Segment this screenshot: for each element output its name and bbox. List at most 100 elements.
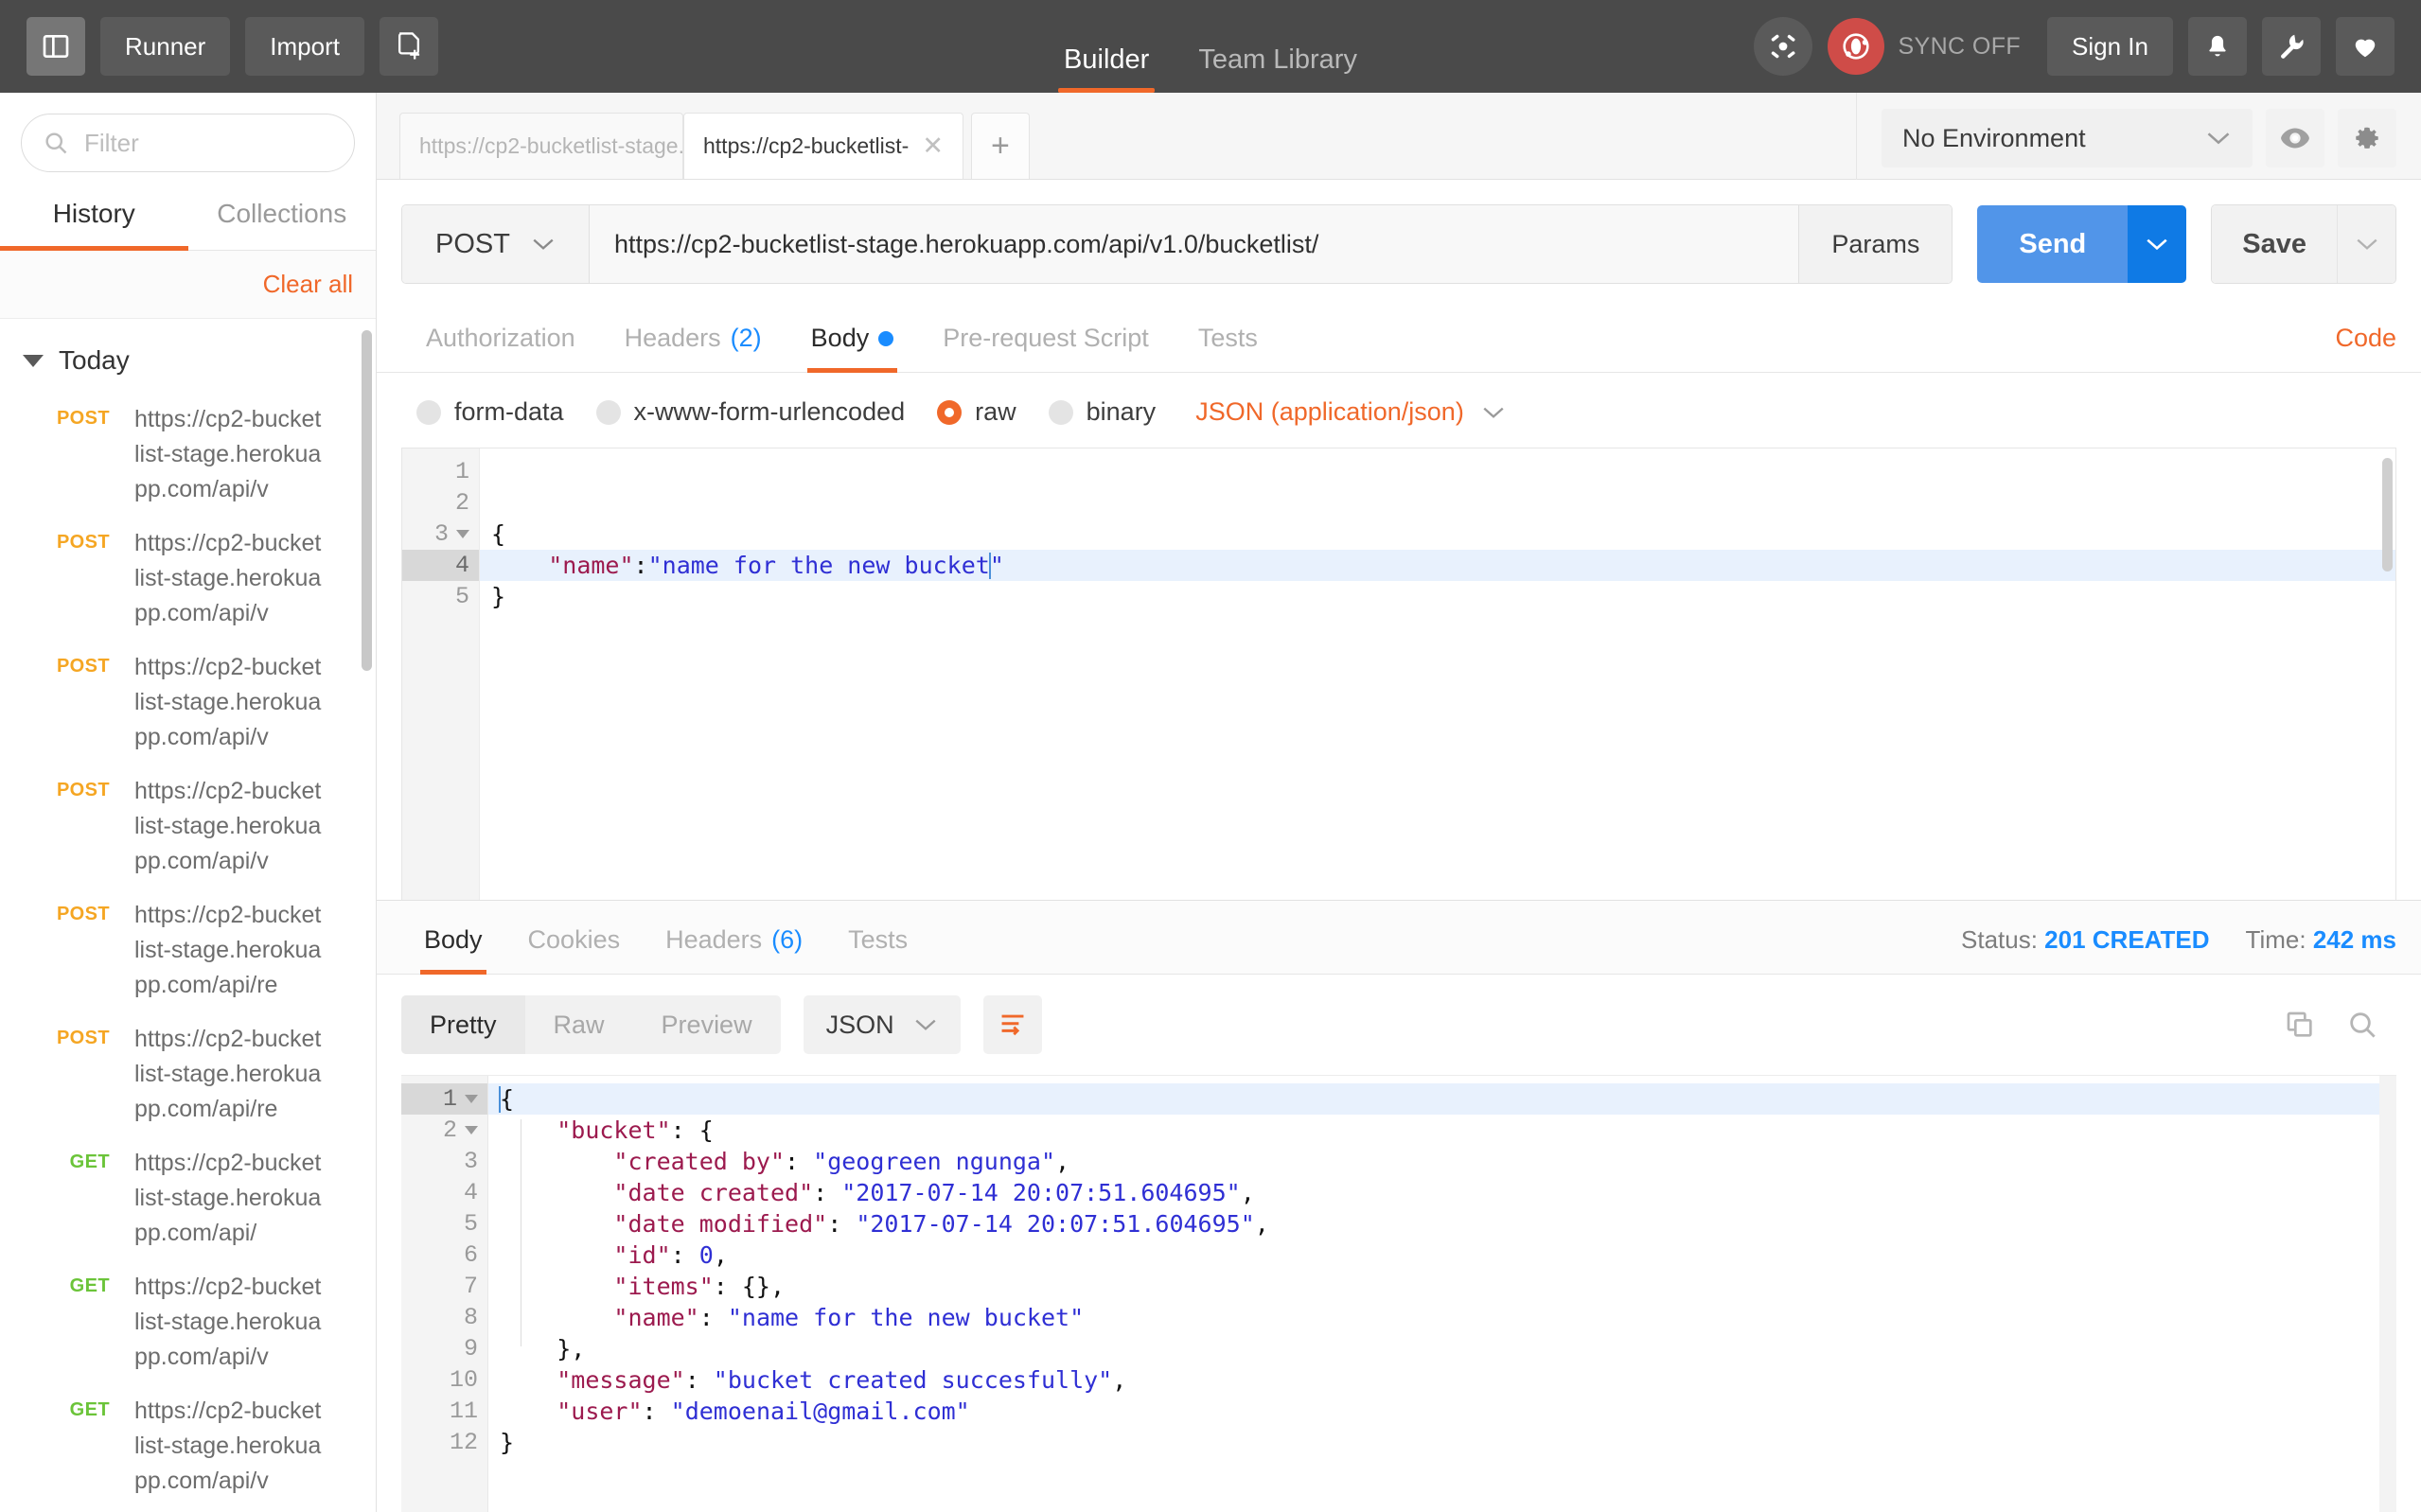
code-line[interactable]: "date created": "2017-07-14 20:07:51.604… xyxy=(488,1177,2396,1208)
code-line[interactable]: "user": "demoenail@gmail.com" xyxy=(488,1396,2396,1427)
list-item[interactable]: POST https://cp2-bucketlist-stage.herokua… xyxy=(0,888,376,1012)
runner-button[interactable]: Runner xyxy=(100,17,231,76)
history-group-today[interactable]: Today xyxy=(0,319,376,393)
list-item[interactable]: POST https://cp2-bucketlist-stage.herokua… xyxy=(0,765,376,888)
sidebar-toggle-button[interactable] xyxy=(27,17,85,76)
tab-body[interactable]: Body xyxy=(786,324,919,373)
http-method-select[interactable]: POST xyxy=(402,205,590,283)
params-button[interactable]: Params xyxy=(1798,205,1953,283)
view-mode-pretty[interactable]: Pretty xyxy=(401,995,525,1054)
tab-team-library[interactable]: Team Library xyxy=(1198,44,1357,93)
response-editor-code[interactable]: { "bucket": { "created by": "geogreen ng… xyxy=(488,1076,2396,1512)
environment-settings-button[interactable] xyxy=(2338,109,2396,167)
response-tab-cookies[interactable]: Cookies xyxy=(505,925,644,974)
tab-pre-request-script[interactable]: Pre-request Script xyxy=(918,324,1174,372)
sidebar-tab-collections[interactable]: Collections xyxy=(188,185,377,250)
list-item[interactable]: POST https://cp2-bucketlist-stage.herokua… xyxy=(0,641,376,765)
history-url-label: https://cp2-bucketlist-stage.herokuapp.c… xyxy=(134,654,322,750)
sidebar-tab-history[interactable]: History xyxy=(0,185,188,251)
list-item[interactable]: GEThttps://cp2-bucketlist-stage.herokuap… xyxy=(0,1136,376,1260)
new-tab-button[interactable] xyxy=(379,17,438,76)
response-tab-tests[interactable]: Tests xyxy=(825,925,930,974)
body-type-form-data[interactable]: form-data xyxy=(416,397,564,427)
tab-tests[interactable]: Tests xyxy=(1174,324,1282,372)
response-tab-body[interactable]: Body xyxy=(401,925,505,975)
response-body-editor[interactable]: 1 2 3 4 5 6 7 8 9 10 11 12 { "bucket": { "created b… xyxy=(401,1075,2396,1512)
history-list[interactable]: Today POST https://cp2-bucketlist-stage.h… xyxy=(0,319,376,1512)
list-item[interactable]: POST https://cp2-bucketlist-stage.herokua… xyxy=(0,517,376,641)
body-type-urlencoded[interactable]: x-www-form-urlencoded xyxy=(595,397,905,427)
body-modified-dot-icon xyxy=(878,330,894,346)
code-line[interactable]: "name": "name for the new bucket " xyxy=(480,550,2395,581)
tab-headers[interactable]: Headers (2) xyxy=(600,324,786,372)
request-tab[interactable]: https://cp2-bucketlist- ✕ xyxy=(683,113,963,179)
send-label: Send xyxy=(2019,228,2087,259)
code-line[interactable]: "items": {}, xyxy=(488,1271,2396,1302)
request-url-input[interactable] xyxy=(590,205,1799,283)
fold-caret-icon[interactable] xyxy=(465,1095,478,1103)
code-token: 0 xyxy=(698,1241,714,1269)
code-line[interactable]: "created by": "geogreen ngunga", xyxy=(488,1146,2396,1177)
save-button[interactable]: Save xyxy=(2212,205,2337,283)
sync-status-group[interactable]: SYNC OFF xyxy=(1828,18,2021,75)
view-mode-raw[interactable]: Raw xyxy=(525,995,633,1054)
body-type-raw[interactable]: raw xyxy=(937,397,1016,427)
settings-wrench-button[interactable] xyxy=(2262,17,2321,76)
import-button[interactable]: Import xyxy=(245,17,364,76)
search-icon[interactable] xyxy=(2347,1010,2377,1040)
code-line[interactable]: } xyxy=(488,1427,2396,1458)
favorites-heart-button[interactable] xyxy=(2336,17,2394,76)
send-options-button[interactable] xyxy=(2128,205,2187,283)
sync-button[interactable] xyxy=(1828,18,1885,75)
raw-format-select[interactable]: JSON (application/json) xyxy=(1195,397,1506,427)
fold-caret-icon[interactable] xyxy=(465,1126,478,1134)
sidebar-tabs: History Collections xyxy=(0,185,376,251)
list-item[interactable]: POST https://cp2-bucketlist-stage.herokua… xyxy=(0,393,376,517)
chevron-down-icon xyxy=(1481,405,1506,420)
tab-authorization[interactable]: Authorization xyxy=(401,324,600,372)
list-item[interactable]: POST https://cp2-bucketlist-stage.herokua… xyxy=(0,1012,376,1136)
copy-icon[interactable] xyxy=(2285,1010,2315,1040)
search-input[interactable] xyxy=(84,128,333,158)
list-item[interactable]: GEThttps://cp2-bucketlist-stage.herokuap… xyxy=(0,1260,376,1384)
search-box[interactable] xyxy=(21,114,355,172)
code-line[interactable]: { xyxy=(488,1083,2396,1115)
code-line[interactable]: "name": "name for the new bucket" xyxy=(488,1302,2396,1333)
code-line[interactable] xyxy=(480,456,2395,487)
response-editor-scroll-track[interactable] xyxy=(2379,1076,2396,1512)
code-line[interactable]: "message": "bucket created succesfully", xyxy=(488,1364,2396,1396)
code-line[interactable]: }, xyxy=(488,1333,2396,1364)
interceptor-button[interactable] xyxy=(1754,17,1813,76)
fold-caret-icon[interactable] xyxy=(456,530,469,538)
request-tab[interactable]: https://cp2-bucketlist-stage. xyxy=(399,113,683,179)
code-line[interactable]: "id": 0, xyxy=(488,1239,2396,1271)
view-mode-preview[interactable]: Preview xyxy=(633,995,781,1054)
code-line[interactable]: "bucket": { xyxy=(488,1115,2396,1146)
code-line[interactable]: { xyxy=(480,519,2395,550)
send-button[interactable]: Send xyxy=(1977,205,2129,283)
environment-quick-look-button[interactable] xyxy=(2266,109,2324,167)
code-line[interactable]: } xyxy=(480,581,2395,612)
sidebar-scrollbar[interactable] xyxy=(362,330,372,671)
environment-select[interactable]: No Environment xyxy=(1882,109,2253,167)
request-body-editor[interactable]: 1 2345 { "name": "name for the new bucket "… xyxy=(401,448,2396,900)
save-options-button[interactable] xyxy=(2337,205,2395,283)
tab-builder[interactable]: Builder xyxy=(1058,44,1156,93)
sign-in-button[interactable]: Sign In xyxy=(2047,17,2173,76)
code-token: "name" xyxy=(613,1304,699,1331)
code-link[interactable]: Code xyxy=(2335,324,2396,372)
request-editor-code[interactable]: { "name": "name for the new bucket "} xyxy=(480,448,2395,900)
word-wrap-toggle[interactable] xyxy=(982,995,1042,1054)
notifications-button[interactable] xyxy=(2188,17,2247,76)
response-tab-headers[interactable]: Headers (6) xyxy=(643,925,825,974)
body-type-binary[interactable]: binary xyxy=(1048,397,1156,427)
response-format-select[interactable]: JSON xyxy=(803,995,961,1054)
code-line[interactable]: "date modified": "2017-07-14 20:07:51.60… xyxy=(488,1208,2396,1239)
clear-all-button[interactable]: Clear all xyxy=(263,270,353,299)
code-line[interactable] xyxy=(480,487,2395,519)
close-icon[interactable]: ✕ xyxy=(922,133,944,159)
add-request-tab-button[interactable]: + xyxy=(970,113,1030,179)
list-item[interactable]: GEThttps://cp2-bucketlist-stage.herokuap… xyxy=(0,1384,376,1508)
list-item[interactable]: GEThttps://cp2-bucketlist-stage.herokuap… xyxy=(0,1508,376,1512)
request-editor-scrollbar[interactable] xyxy=(2382,458,2393,571)
